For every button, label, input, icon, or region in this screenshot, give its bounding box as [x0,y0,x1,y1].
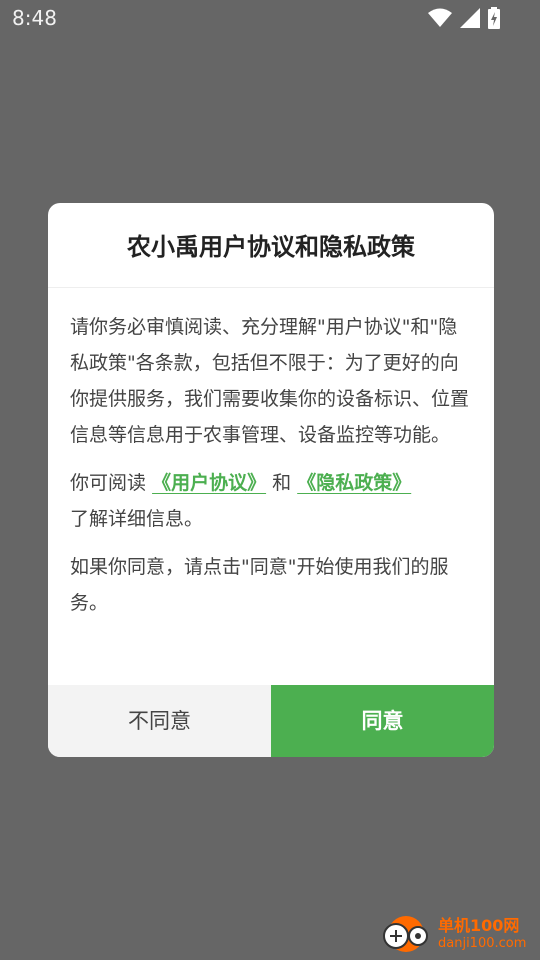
user-agreement-link[interactable]: 《用户协议》 [152,472,266,494]
battery-icon [488,7,500,29]
privacy-dialog: 农小禹用户协议和隐私政策 请你务必审慎阅读、充分理解"用户协议"和"隐私政策"各… [48,203,494,757]
dialog-paragraph-consent: 如果你同意，请点击"同意"开始使用我们的服务。 [70,556,449,614]
dialog-button-row: 不同意 同意 [48,685,494,757]
agree-button[interactable]: 同意 [271,685,494,757]
links-suffix-text: 了解详细信息。 [70,508,204,530]
disagree-button[interactable]: 不同意 [48,685,271,757]
dialog-paragraph-links: 你可阅读 《用户协议》 和 《隐私政策》 [70,465,474,501]
watermark-text-name: 单机100网 [438,916,520,935]
dialog-paragraph-intro: 请你务必审慎阅读、充分理解"用户协议"和"隐私政策"各条款，包括但不限于：为了更… [70,316,470,446]
privacy-policy-link[interactable]: 《隐私政策》 [297,472,411,494]
links-prefix-text: 你可阅读 [70,472,147,494]
signal-icon [460,8,480,28]
status-time: 8:48 [12,6,57,30]
status-icons [428,7,500,29]
wifi-icon [428,8,452,28]
dialog-title: 农小禹用户协议和隐私政策 [48,203,494,288]
site-watermark: 单机100网 danji100.com [380,908,540,960]
links-and-text: 和 [272,472,292,494]
watermark-logo-icon [380,914,432,954]
status-bar: 8:48 [0,0,540,36]
watermark-text-url: danji100.com [438,936,527,951]
dialog-body: 请你务必审慎阅读、充分理解"用户协议"和"隐私政策"各条款，包括但不限于：为了更… [70,309,474,633]
